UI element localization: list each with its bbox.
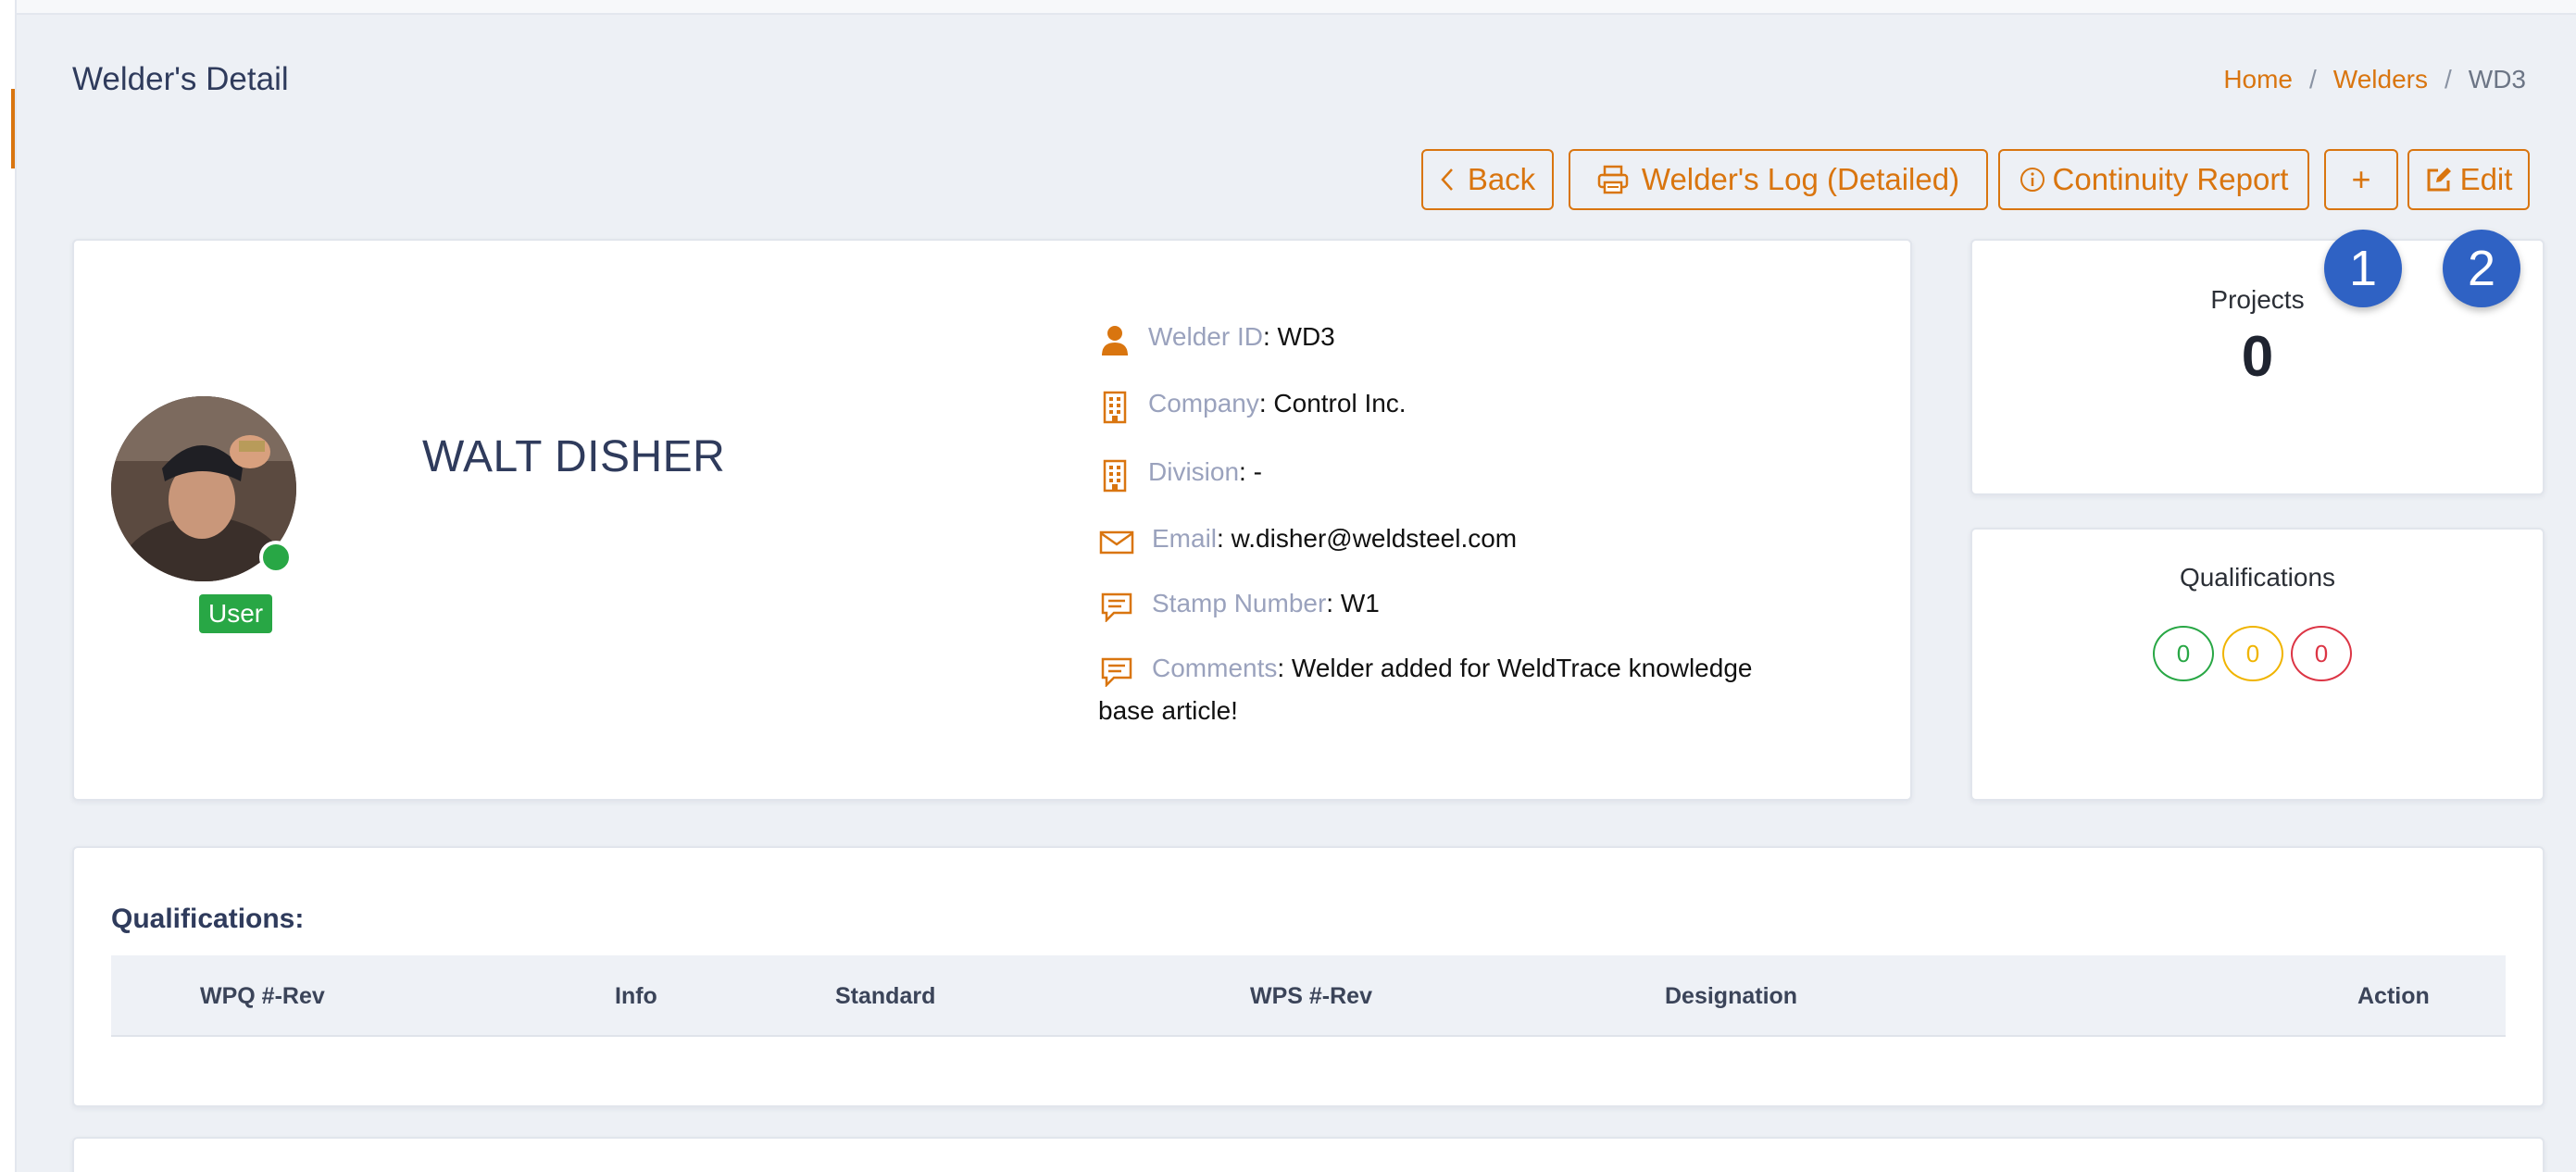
info-icon [2020,167,2045,193]
detail-value: base article! [1098,696,1238,725]
plus-icon: + [2351,160,2371,198]
column-header-info[interactable]: Info [615,983,657,1010]
add-button[interactable]: + [2324,149,2398,210]
detail-label: Comments [1152,654,1278,682]
detail-stamp-number: Stamp Number : W1 [1098,589,1380,626]
building-icon [1098,457,1132,494]
detail-division: Division : - [1098,457,1262,494]
edit-button-label: Edit [2459,162,2513,196]
page-title: Welder's Detail [72,61,289,97]
detail-label: Company [1148,389,1259,418]
column-header-wpq[interactable]: WPQ #-Rev [200,983,325,1010]
detail-label: Stamp Number [1152,589,1327,617]
detail-label: Email [1152,524,1218,553]
back-button-label: Back [1467,162,1536,196]
detail-comments-continued: base article! [1098,696,1238,726]
next-section-card [72,1137,2545,1172]
column-header-wps[interactable]: WPS #-Rev [1250,983,1372,1010]
breadcrumb-home[interactable]: Home [2223,65,2293,94]
detail-welder-id: Welder ID : WD3 [1098,322,1335,359]
sidebar-active-indicator [11,89,15,168]
welders-log-button-label: Welder's Log (Detailed) [1641,162,1960,196]
qualifications-expired-count[interactable]: 0 [2291,626,2352,681]
back-button[interactable]: Back [1421,149,1554,210]
user-icon [1098,322,1132,359]
column-header-designation[interactable]: Designation [1665,983,1797,1010]
qualifications-valid-count[interactable]: 0 [2153,626,2214,681]
qualifications-expiring-count[interactable]: 0 [2222,626,2283,681]
detail-label: Welder ID [1148,322,1263,351]
detail-value: : - [1239,457,1262,486]
envelope-icon [1098,524,1135,561]
breadcrumb-current: WD3 [2468,65,2526,94]
column-header-standard[interactable]: Standard [835,983,935,1010]
message-icon [1098,589,1135,626]
detail-company: Company : Control Inc. [1098,389,1407,426]
breadcrumb-separator: / [2309,65,2317,94]
annotation-marker-2: 2 [2443,230,2520,307]
detail-value: : Welder added for WeldTrace knowledge [1277,654,1753,682]
continuity-report-button[interactable]: Continuity Report [1998,149,2309,210]
annotation-marker-1: 1 [2324,230,2402,307]
welders-log-button[interactable]: Welder's Log (Detailed) [1569,149,1988,210]
detail-value: : WD3 [1262,322,1335,351]
welder-name: WALT DISHER [422,432,726,481]
detail-value: : W1 [1326,589,1380,617]
qualifications-title: Qualifications [2179,563,2336,592]
detail-value: : w.disher@weldsteel.com [1217,524,1518,553]
building-icon [1098,389,1132,426]
detail-email: Email : w.disher@weldsteel.com [1098,524,1517,561]
detail-comments: Comments : Welder added for WeldTrace kn… [1098,654,1752,691]
message-icon [1098,654,1135,691]
top-bar [0,0,2576,15]
qualifications-table-header: WPQ #-Rev Info Standard WPS #-Rev Design… [111,955,2506,1037]
breadcrumb: Home / Welders / WD3 [2223,65,2526,94]
sidebar-edge [0,0,17,1172]
breadcrumb-separator: / [2444,65,2452,94]
continuity-report-button-label: Continuity Report [2052,162,2289,196]
edit-button[interactable]: Edit [2407,149,2530,210]
role-badge: User [199,594,273,633]
printer-icon [1597,165,1629,194]
breadcrumb-welders[interactable]: Welders [2333,65,2428,94]
edit-icon [2425,166,2453,193]
detail-label: Division [1148,457,1240,486]
profile-card [72,239,1912,801]
column-header-action: Action [2357,983,2430,1009]
qualifications-section-title: Qualifications: [111,904,305,934]
online-status-dot [259,541,293,574]
chevron-left-icon [1440,168,1455,192]
detail-value: : Control Inc. [1258,389,1407,418]
projects-count: 0 [2241,325,2274,389]
